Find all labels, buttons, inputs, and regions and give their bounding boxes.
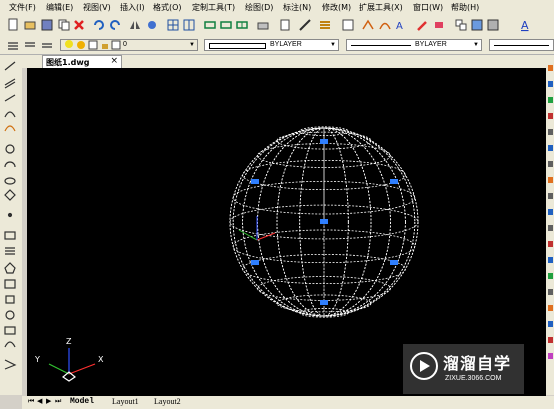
menu-window[interactable]: 窗口(W) xyxy=(413,2,443,13)
layer-state-icon[interactable] xyxy=(23,38,37,52)
ucs-y-label: Y xyxy=(34,355,40,364)
draw-toolbar xyxy=(0,55,22,395)
grip-point[interactable] xyxy=(320,300,328,305)
chevron-down-icon: ▼ xyxy=(330,42,336,48)
menu-insert[interactable]: 插入(I) xyxy=(120,2,145,13)
eraser-icon[interactable] xyxy=(432,18,446,32)
save-icon[interactable] xyxy=(40,18,54,32)
lineweight-preview xyxy=(494,45,549,46)
layer-value: 0 xyxy=(123,41,127,48)
grip-point[interactable] xyxy=(320,139,328,144)
menu-extend-tools[interactable]: 扩展工具(X) xyxy=(359,2,403,13)
draw-order-icon[interactable] xyxy=(361,18,375,32)
tab-layout2[interactable]: Layout2 xyxy=(154,397,181,406)
ucs-gizmo-local xyxy=(238,216,276,241)
menu-custom-tools[interactable]: 定制工具(T) xyxy=(192,2,235,13)
document-tab[interactable]: 图纸1.dwg × xyxy=(42,55,122,68)
svg-text:A: A xyxy=(396,21,403,32)
color-dropdown[interactable]: BYLAYER ▼ xyxy=(204,39,339,51)
delete-icon[interactable] xyxy=(72,18,86,32)
redo-icon[interactable] xyxy=(108,18,122,32)
window-icon[interactable] xyxy=(219,18,233,32)
group-icon[interactable] xyxy=(454,18,468,32)
grid-icon[interactable] xyxy=(166,18,180,32)
curve-icon[interactable] xyxy=(378,18,392,32)
grip-point[interactable] xyxy=(390,260,398,265)
menu-format[interactable]: 格式(O) xyxy=(153,2,182,13)
block-icon[interactable] xyxy=(341,18,355,32)
tab-model[interactable]: Model xyxy=(70,397,94,406)
menu-dimension[interactable]: 标注(N) xyxy=(283,2,311,13)
watermark-url: ZIXUE.3066.COM xyxy=(445,375,502,382)
drawing-canvas[interactable]: Z Y X 溜溜自学 ZIXUE.3066.COM xyxy=(27,68,546,396)
pan-icon[interactable] xyxy=(145,18,159,32)
help-icon[interactable] xyxy=(486,18,500,32)
ucs-icon xyxy=(48,348,96,382)
prev-tab-icon[interactable]: ◀ xyxy=(37,397,42,405)
color-value: BYLAYER xyxy=(270,41,302,48)
measure-icon[interactable] xyxy=(298,18,312,32)
grip-point[interactable] xyxy=(320,219,328,224)
ucs-z-label: Z xyxy=(66,337,72,346)
ucs-x-label: X xyxy=(98,355,104,364)
layer-dropdown[interactable]: 0 ▼ xyxy=(60,39,198,51)
watermark-brand: 溜溜自学 xyxy=(443,354,512,373)
text-icon[interactable]: A xyxy=(519,18,533,32)
svg-text:A: A xyxy=(521,19,529,32)
properties-toolbar: 0 ▼ BYLAYER ▼ BYLAYER ▼ xyxy=(0,36,554,55)
properties-icon[interactable] xyxy=(278,18,292,32)
rectangle-icon[interactable] xyxy=(203,18,217,32)
layout-tab-bar: ⏮ ◀ ▶ ⏭ Model Layout1 Layout2 xyxy=(22,396,554,409)
ungroup-icon[interactable] xyxy=(470,18,484,32)
layer-previous-icon[interactable] xyxy=(40,38,54,52)
mirror-icon[interactable] xyxy=(128,18,142,32)
layer-icon[interactable] xyxy=(318,18,332,32)
grip-point[interactable] xyxy=(251,179,259,184)
document-tab-bar: 图纸1.dwg × xyxy=(22,55,546,68)
layer-manager-icon[interactable] xyxy=(6,38,20,52)
menu-file[interactable]: 文件(F) xyxy=(9,2,36,13)
tab-layout1[interactable]: Layout1 xyxy=(112,397,139,406)
color-swatch xyxy=(209,43,266,49)
lineweight-dropdown[interactable] xyxy=(489,39,554,51)
chevron-down-icon: ▼ xyxy=(473,42,479,48)
first-tab-icon[interactable]: ⏮ xyxy=(28,397,34,406)
draw-tools-icons[interactable] xyxy=(0,55,22,395)
new-file-icon[interactable] xyxy=(6,18,20,32)
menu-help[interactable]: 帮助(H) xyxy=(451,2,479,13)
linetype-value: BYLAYER xyxy=(415,41,447,48)
next-tab-icon[interactable]: ▶ xyxy=(46,397,51,405)
watermark: 溜溜自学 ZIXUE.3066.COM xyxy=(403,344,524,394)
linetype-preview xyxy=(351,45,411,46)
print-icon[interactable] xyxy=(256,18,270,32)
play-logo-icon xyxy=(410,352,438,380)
last-tab-icon[interactable]: ⏭ xyxy=(55,397,61,406)
menu-edit[interactable]: 编辑(E) xyxy=(46,2,73,13)
grip-point[interactable] xyxy=(251,260,259,265)
snap-icon[interactable] xyxy=(182,18,196,32)
document-tab-label: 图纸1.dwg xyxy=(46,58,90,67)
menu-modify[interactable]: 修改(M) xyxy=(322,2,351,13)
open-file-icon[interactable] xyxy=(23,18,37,32)
modify-tools-icons[interactable] xyxy=(546,55,554,395)
close-icon[interactable]: × xyxy=(110,56,118,66)
standard-toolbar: A A xyxy=(0,15,554,37)
modify-toolbar xyxy=(546,55,554,395)
text-style-icon[interactable]: A xyxy=(394,18,408,32)
grip-point[interactable] xyxy=(390,179,398,184)
chevron-down-icon: ▼ xyxy=(189,42,195,48)
menu-draw[interactable]: 绘图(D) xyxy=(245,2,273,13)
tile-icon[interactable] xyxy=(235,18,249,32)
linetype-dropdown[interactable]: BYLAYER ▼ xyxy=(346,39,482,51)
menu-view[interactable]: 视图(V) xyxy=(83,2,111,13)
undo-icon[interactable] xyxy=(92,18,106,32)
menu-bar: 文件(F) 编辑(E) 视图(V) 插入(I) 格式(O) 定制工具(T) 绘图… xyxy=(0,0,554,15)
pencil-icon[interactable] xyxy=(416,18,430,32)
copy-icon[interactable] xyxy=(57,18,71,32)
